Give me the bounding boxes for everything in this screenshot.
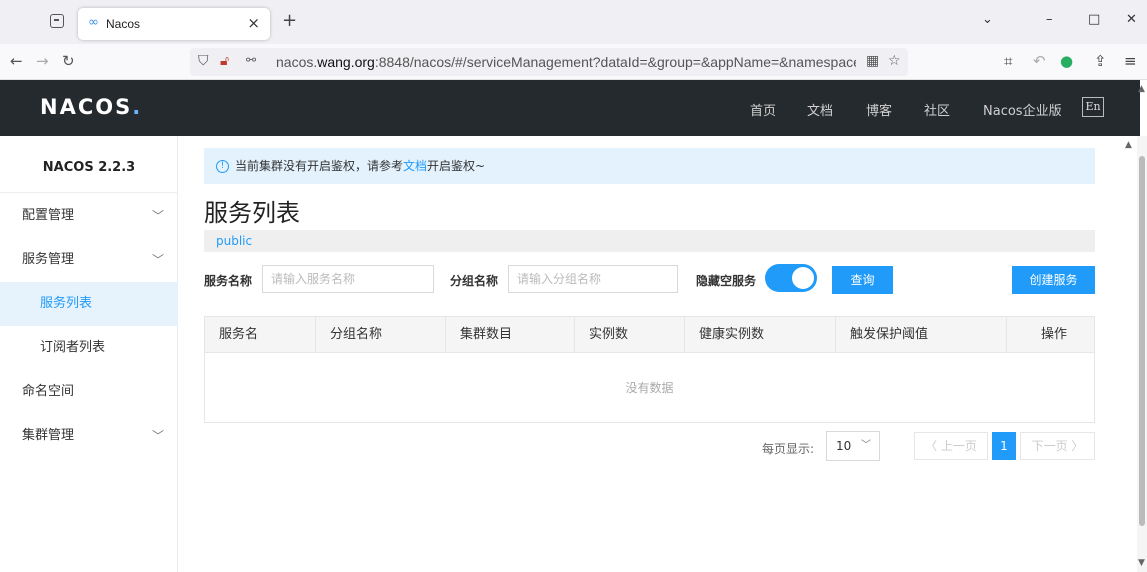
per-page-select[interactable]: 10 ﹀: [826, 431, 880, 461]
shield-icon[interactable]: ⛉: [198, 53, 209, 69]
tab-close-icon[interactable]: ×: [247, 14, 260, 32]
language-switch-button[interactable]: En: [1082, 97, 1104, 117]
table-header: 服务名 分组名称 集群数目 实例数 健康实例数 触发保护阈值 操作: [205, 317, 1094, 353]
reload-icon[interactable]: ↻: [62, 52, 75, 70]
sidebar-item-cluster[interactable]: 集群管理 ﹀: [0, 414, 178, 458]
tab-title: Nacos: [106, 17, 141, 31]
namespace-bar: public: [204, 230, 1095, 252]
service-name-label: 服务名称: [204, 274, 253, 288]
column-actions: 操作: [1006, 317, 1094, 353]
version-label: NACOS 2.2.3: [42, 160, 136, 175]
create-service-button[interactable]: 创建服务: [1012, 266, 1095, 294]
column-healthy-instances: 健康实例数: [684, 317, 835, 353]
chevron-down-icon: ﹀: [861, 440, 871, 451]
column-instance-count: 实例数: [574, 317, 684, 353]
page-title: 服务列表: [204, 199, 300, 227]
prev-page-button[interactable]: 〈 上一页: [914, 432, 988, 460]
query-button[interactable]: 查询: [832, 266, 893, 294]
extension-icon[interactable]: ●: [1060, 52, 1073, 70]
screenshot-icon[interactable]: ⌗: [1004, 52, 1012, 70]
app-header: NACOS. 首页 文档 博客 社区 Nacos企业版 En: [0, 80, 1140, 136]
sidebar-item-label: 集群管理: [22, 428, 75, 443]
next-page-button[interactable]: 下一页 〉: [1020, 432, 1095, 460]
share-icon[interactable]: ⇪: [1094, 52, 1107, 70]
empty-state: 没有数据: [625, 381, 674, 395]
group-name-label: 分组名称: [450, 274, 499, 288]
forward-icon[interactable]: →: [36, 52, 49, 70]
qr-code-icon[interactable]: ▦: [866, 53, 879, 69]
scroll-down-icon[interactable]: ▼: [1138, 558, 1145, 568]
nav-blog[interactable]: 博客: [866, 100, 892, 119]
per-page-value: 10: [836, 439, 852, 453]
sidebar-item-service-list[interactable]: 服务列表: [0, 282, 178, 326]
tab-overflow-chevron-icon[interactable]: ⌄: [982, 12, 993, 27]
maximize-icon[interactable]: □: [1088, 12, 1100, 27]
minimize-icon[interactable]: –: [1046, 12, 1053, 27]
page-1-button[interactable]: 1: [992, 432, 1016, 460]
sidebar-item-subscribers[interactable]: 订阅者列表: [0, 326, 178, 370]
permissions-icon[interactable]: ⚯: [246, 53, 256, 67]
notice-text-end: 开启鉴权~: [427, 159, 486, 173]
page-scrollbar[interactable]: ▲ ▼: [1137, 84, 1147, 572]
notice-text: 当前集群没有开启鉴权，请参考: [235, 159, 404, 173]
nav-docs[interactable]: 文档: [807, 100, 833, 119]
column-service-name: 服务名: [219, 327, 259, 342]
nacos-logo[interactable]: NACOS.: [40, 95, 142, 119]
namespace-public[interactable]: public: [216, 234, 252, 248]
sidebar-item-label: 服务管理: [22, 252, 75, 267]
url-text[interactable]: nacos.wang.org:8848/nacos/#/serviceManag…: [276, 54, 856, 70]
sidebar-item-label: 配置管理: [22, 208, 75, 223]
insecure-lock-icon[interactable]: 🔓︎: [220, 53, 229, 69]
nacos-favicon-icon: ∞: [88, 15, 99, 30]
sidebar-item-label: 命名空间: [22, 384, 75, 399]
sidebar-item-label: 服务列表: [40, 296, 93, 311]
sidebar: NACOS 2.2.3 配置管理 ﹀ 服务管理 ﹀ 服务列表 订阅者列表 命名空…: [0, 136, 178, 572]
new-tab-icon[interactable]: +: [282, 10, 297, 31]
menu-icon[interactable]: ≡: [1124, 52, 1137, 70]
column-cluster-count: 集群数目: [445, 317, 574, 353]
column-protect-threshold: 触发保护阈值: [835, 317, 1006, 353]
close-window-icon[interactable]: ✕: [1126, 12, 1137, 27]
service-table: 服务名 分组名称 集群数目 实例数 健康实例数 触发保护阈值 操作 没有数据: [204, 316, 1095, 423]
auth-notice: ! 当前集群没有开启鉴权，请参考文档开启鉴权~: [204, 148, 1095, 184]
browser-tab-bar: ∞ Nacos × + ⌄ – □ ✕: [0, 0, 1147, 44]
sidebar-item-config[interactable]: 配置管理 ﹀: [0, 194, 178, 238]
bookmark-star-icon[interactable]: ☆: [888, 53, 901, 69]
browser-toolbar: ← → ↻ ⛉ 🔓︎ ⚯ nacos.wang.org:8848/nacos/#…: [0, 44, 1147, 80]
browser-tab[interactable]: ∞ Nacos ×: [78, 8, 270, 40]
nav-home[interactable]: 首页: [750, 100, 776, 119]
toggle-knob: [792, 267, 814, 289]
sidebar-item-label: 订阅者列表: [40, 340, 106, 355]
docs-link[interactable]: 文档: [403, 159, 427, 173]
nav-community[interactable]: 社区: [924, 100, 950, 119]
sidebar-item-namespace[interactable]: 命名空间: [0, 370, 178, 414]
inner-scroll-up-icon[interactable]: ▲: [1125, 140, 1132, 150]
column-group-name: 分组名称: [315, 317, 445, 353]
nav-enterprise[interactable]: Nacos企业版: [983, 100, 1062, 119]
scroll-up-icon[interactable]: ▲: [1138, 84, 1145, 94]
group-name-input[interactable]: [508, 265, 678, 293]
sidebar-divider: [0, 192, 178, 193]
info-icon: !: [216, 160, 229, 173]
service-name-input[interactable]: [262, 265, 434, 293]
back-icon[interactable]: ←: [10, 52, 23, 70]
tab-list-icon[interactable]: [50, 14, 64, 28]
sidebar-item-service-management[interactable]: 服务管理 ﹀: [0, 238, 178, 282]
chevron-down-icon: ﹀: [151, 209, 164, 223]
chevron-down-icon: ﹀: [151, 253, 164, 267]
scrollbar-thumb[interactable]: [1139, 156, 1145, 526]
chevron-down-icon: ﹀: [151, 429, 164, 443]
per-page-label: 每页显示:: [762, 442, 815, 456]
address-bar[interactable]: ⛉ 🔓︎ ⚯ nacos.wang.org:8848/nacos/#/servi…: [190, 48, 908, 76]
undo-icon[interactable]: ↶: [1033, 52, 1046, 70]
hide-empty-toggle[interactable]: [765, 264, 817, 292]
hide-empty-label: 隐藏空服务: [696, 274, 757, 288]
